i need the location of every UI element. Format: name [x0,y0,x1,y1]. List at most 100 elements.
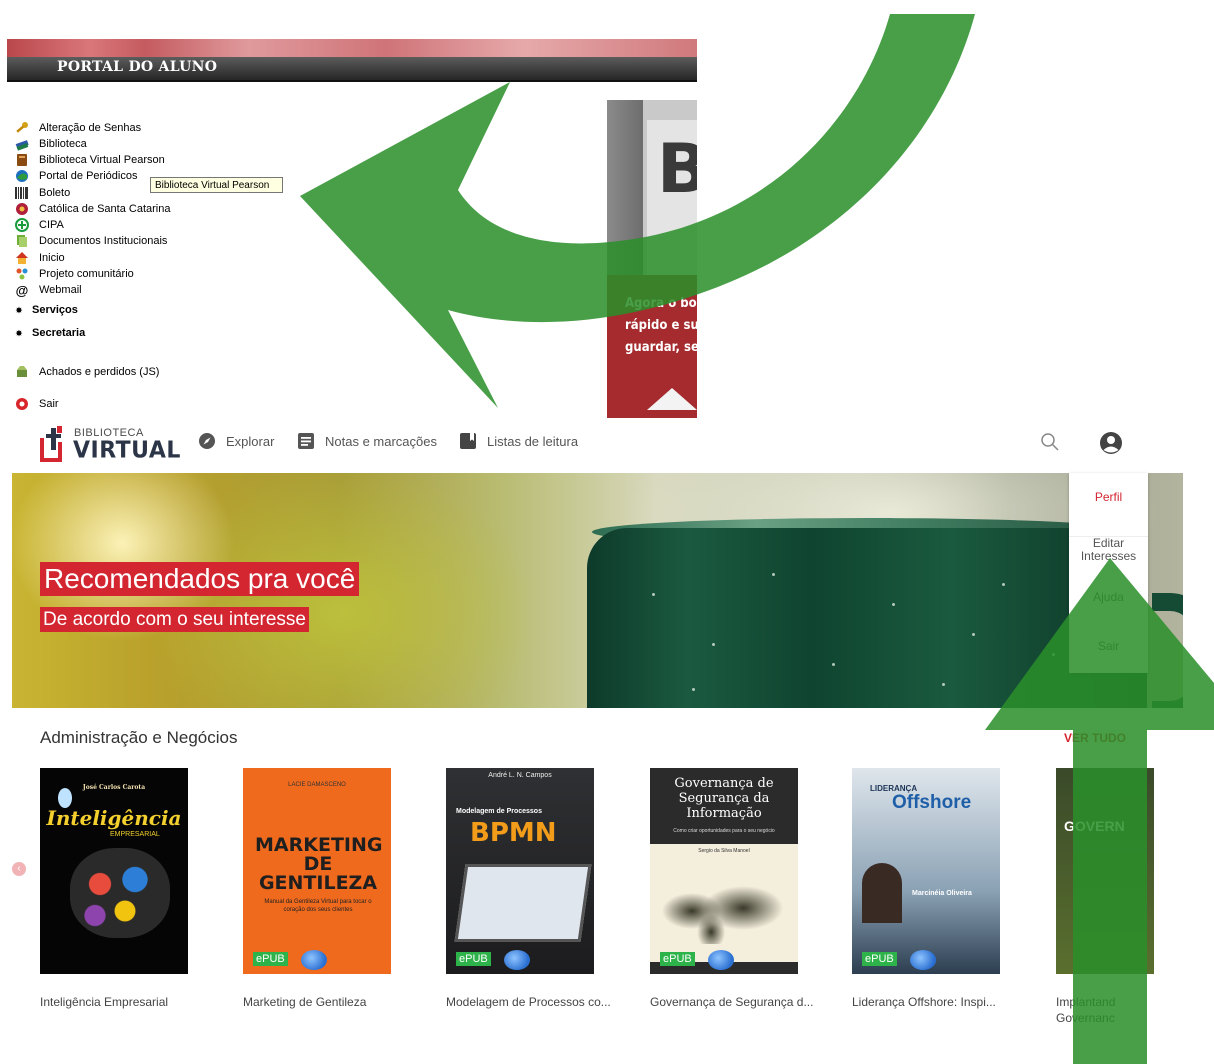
menu-label: Achados e perdidos (JS) [39,366,160,378]
menu-label: Biblioteca [39,138,87,150]
see-all-link[interactable]: VER TUDO [1064,731,1126,745]
documents-icon [14,234,30,248]
nav-label: Listas de leitura [487,433,579,449]
profile-menu-editar-interesses[interactable]: Editar Interesses [1069,536,1148,563]
cover-author: André L. N. Campos [488,772,552,779]
cross-circle-icon [14,218,30,232]
hero-subtitle: De acordo com o seu interesse [40,607,309,632]
flower-icon [14,202,30,216]
menu-item-webmail[interactable]: @ Webmail [14,282,82,298]
bv-header: BIBLIOTECA VIRTUAL Explorar Notas e marc… [0,418,1214,472]
nav-explorar[interactable]: Explorar [198,432,274,450]
logo-mark-icon [40,426,62,462]
menu-item-projeto-comunitario[interactable]: Projeto comunitário [14,266,134,282]
compass-icon [198,432,216,450]
book-caption[interactable]: Inteligência Empresarial [40,994,210,1010]
hero-banner: Recomendados pra você De acordo com o se… [12,473,1183,708]
book-cover[interactable]: José Carlos Carota Inteligência EMPRESAR… [40,768,188,974]
nav-notas[interactable]: Notas e marcações [297,432,437,450]
publisher-logo-icon [708,950,734,970]
expand-bullet-icon: ✸ [15,305,23,315]
cover-title: Governança de Segurança da Informação [674,776,774,821]
publisher-logo-icon [301,950,327,970]
portal-title: PORTAL DO ALUNO [57,59,218,75]
nav-label: Explorar [226,433,275,449]
nav-label: Notas e marcações [325,433,437,449]
profile-menu-perfil[interactable]: Perfil [1069,491,1148,504]
cover-subtitle: Manual da Gentileza Virtual para tocar o… [264,899,372,913]
menu-label: Projeto comunitário [39,268,134,280]
menu-label: Católica de Santa Catarina [39,203,171,215]
search-icon[interactable] [1040,432,1060,452]
menu-section-servicos[interactable]: ✸ Serviços [14,302,78,318]
publisher-logo-icon [910,950,936,970]
epub-badge: ePUB [253,952,288,966]
epub-badge: ePUB [456,952,491,966]
publisher-logo-icon [504,950,530,970]
menu-item-achados-perdidos[interactable]: Achados e perdidos (JS) [14,364,159,380]
profile-dropdown: Perfil Editar Interesses Ajuda Sair [1069,473,1148,673]
account-icon[interactable] [1099,431,1123,455]
book-caption[interactable]: Liderança Offshore: Inspi... [852,994,1022,1010]
book-cover[interactable]: André L. N. Campos Modelagem de Processo… [446,768,594,974]
shelf-title: Administração e Negócios [40,728,238,747]
book-caption[interactable]: Governança de Segurança d... [650,994,820,1010]
cover-title: MARKETING DE GENTILEZA [255,834,383,894]
menu-item-portal-periodicos[interactable]: Portal de Periódicos [14,168,137,184]
cover-title: GOVERN [1064,818,1125,834]
menu-label: CIPA [39,219,64,231]
menu-label: Boleto [39,187,71,199]
menu-item-cipa[interactable]: CIPA [14,217,64,233]
cover-brain-art [70,848,170,938]
banner-bar: PORTAL DO ALUNO [7,57,697,82]
hero-mug-handle [1152,593,1183,708]
cover-author: LACIE DAMASCENO [288,782,346,788]
book-cover[interactable]: Governança de Segurança da Informação Co… [650,768,798,974]
menu-section-secretaria[interactable]: ✸ Secretaria [14,325,86,341]
tooltip: Biblioteca Virtual Pearson [150,177,283,193]
cover-subtitle: Modelagem de Processos [456,808,542,815]
menu-label: Sair [39,398,59,410]
globe-icon [14,169,30,183]
book-cover[interactable]: GOVERN [1056,768,1154,974]
book-cover[interactable]: LACIE DAMASCENO MARKETING DE GENTILEZA M… [243,768,391,974]
menu-item-catolica[interactable]: Católica de Santa Catarina [14,201,170,217]
at-icon: @ [15,282,29,298]
banner-decoration [7,39,697,57]
menu-item-sair[interactable]: Sair [14,396,59,412]
menu-item-biblioteca[interactable]: Biblioteca [14,136,87,152]
profile-menu-ajuda[interactable]: Ajuda [1069,591,1148,604]
nav-listas[interactable]: Listas de leitura [459,432,578,450]
menu-item-inicio[interactable]: Inicio [14,250,65,266]
carousel-prev-icon[interactable]: ‹ [12,862,26,876]
promo-banner[interactable]: B Agora o bolerápido e sustguardar, sem [607,100,697,418]
section-label: Secretaria [32,327,86,339]
cover-title: BPMN [470,818,557,848]
exit-icon [14,397,30,411]
home-icon [14,251,30,265]
book-caption[interactable]: Modelagem de Processos co... [446,994,616,1010]
menu-label: Documentos Institucionais [39,235,168,247]
book-cover[interactable]: LIDERANÇA Offshore Marcinéia Oliveira eP… [852,768,1000,974]
cover-author: Marcinéia Oliveira [912,890,972,897]
cover-laptop-art [454,864,592,942]
epub-badge: ePUB [660,952,695,966]
expand-bullet-icon: ✸ [15,328,23,338]
barcode-icon [14,186,30,200]
bv-logo[interactable]: BIBLIOTECA VIRTUAL [40,424,180,466]
cover-person-art [862,863,902,923]
book-caption[interactable]: Marketing de Gentileza [243,994,413,1010]
menu-label: Portal de Periódicos [39,170,138,182]
menu-item-biblioteca-virtual-pearson[interactable]: Biblioteca Virtual Pearson [14,152,165,168]
book-caption[interactable]: Implantand Governanc [1056,994,1126,1026]
people-icon [14,267,30,281]
menu-item-documentos[interactable]: Documentos Institucionais [14,233,167,249]
promo-letter: B [657,130,697,209]
scroll-up-icon [647,388,697,410]
profile-menu-sair[interactable]: Sair [1069,640,1148,653]
menu-item-alteracao-senhas[interactable]: Alteração de Senhas [14,120,141,136]
menu-item-boleto[interactable]: Boleto [14,185,70,201]
promo-text: Agora o bolerápido e sustguardar, sem [625,296,697,355]
cover-title: Offshore [892,792,972,813]
menu-label: Webmail [39,284,82,296]
